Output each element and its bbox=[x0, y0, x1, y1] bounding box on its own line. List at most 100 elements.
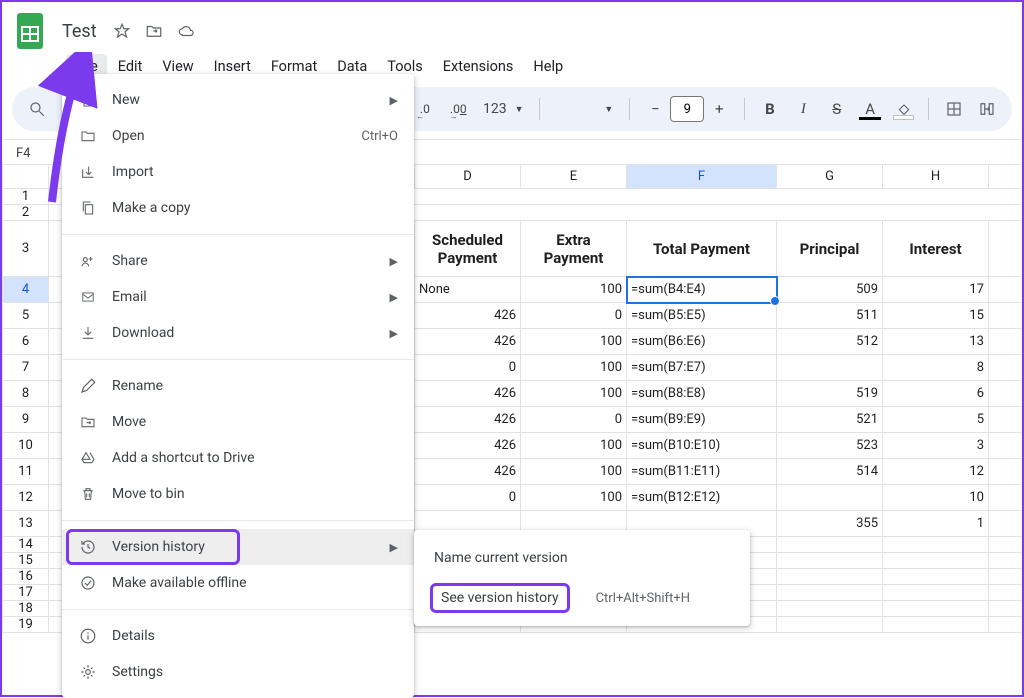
row-1[interactable]: 1 bbox=[3, 189, 49, 205]
menu-trash[interactable]: Move to bin bbox=[62, 476, 414, 512]
cell-g8[interactable]: 519 bbox=[777, 381, 883, 407]
col-d[interactable]: D bbox=[415, 165, 521, 189]
col-f[interactable]: F bbox=[627, 165, 777, 189]
row-5[interactable]: 5 bbox=[3, 303, 49, 329]
cell-h4[interactable]: 17 bbox=[883, 277, 989, 303]
cell-g11[interactable]: 514 bbox=[777, 459, 883, 485]
decrease-decimal-button[interactable]: .0← bbox=[410, 94, 439, 124]
row-11[interactable]: 11 bbox=[3, 459, 49, 485]
cell-g4[interactable]: 509 bbox=[777, 277, 883, 303]
row-18[interactable]: 18 bbox=[3, 601, 49, 617]
text-color-button[interactable]: A bbox=[855, 94, 884, 124]
select-all-corner[interactable] bbox=[3, 165, 49, 189]
col-e[interactable]: E bbox=[521, 165, 627, 189]
menu-extensions[interactable]: Extensions bbox=[434, 54, 523, 79]
cell-e6[interactable]: 100 bbox=[521, 329, 627, 355]
font-size-increase[interactable]: + bbox=[704, 94, 734, 124]
row-14[interactable]: 14 bbox=[3, 537, 49, 553]
menu-email[interactable]: Email▶ bbox=[62, 279, 414, 315]
menu-add-shortcut[interactable]: Add a shortcut to Drive bbox=[62, 440, 414, 476]
borders-button[interactable] bbox=[939, 94, 968, 124]
cell-h7[interactable]: 8 bbox=[883, 355, 989, 381]
italic-button[interactable]: I bbox=[789, 94, 818, 124]
header-principal[interactable]: Principal bbox=[777, 221, 883, 277]
strikethrough-button[interactable]: S bbox=[822, 94, 851, 124]
col-h[interactable]: H bbox=[883, 165, 989, 189]
star-icon[interactable] bbox=[111, 20, 133, 42]
merge-cells-button[interactable] bbox=[973, 94, 1002, 124]
cell-f12[interactable]: =sum(B12:E12) bbox=[627, 485, 777, 511]
cloud-status-icon[interactable] bbox=[175, 20, 197, 42]
cell-h5[interactable]: 15 bbox=[883, 303, 989, 329]
cell-e12[interactable]: 100 bbox=[521, 485, 627, 511]
row-9[interactable]: 9 bbox=[3, 407, 49, 433]
move-folder-icon[interactable] bbox=[143, 20, 165, 42]
row-12[interactable]: 12 bbox=[3, 485, 49, 511]
cell-f11[interactable]: =sum(B11:E11) bbox=[627, 459, 777, 485]
cell-d12[interactable]: 0 bbox=[415, 485, 521, 511]
cell-e4[interactable]: 100 bbox=[521, 277, 627, 303]
cell-e8[interactable]: 100 bbox=[521, 381, 627, 407]
menu-offline[interactable]: Make available offline bbox=[62, 565, 414, 601]
cell-g13[interactable]: 355 bbox=[777, 511, 883, 537]
search-menus-icon[interactable] bbox=[22, 94, 51, 124]
row-7[interactable]: 7 bbox=[3, 355, 49, 381]
col-i[interactable] bbox=[989, 165, 1023, 189]
header-interest[interactable]: Interest bbox=[883, 221, 989, 277]
menu-make-copy[interactable]: Make a copy bbox=[62, 190, 414, 226]
row-2[interactable]: 2 bbox=[3, 205, 49, 221]
menu-share[interactable]: Share▶ bbox=[62, 243, 414, 279]
cell-f5[interactable]: =sum(B5:E5) bbox=[627, 303, 777, 329]
menu-settings[interactable]: Settings bbox=[62, 654, 414, 690]
cell-f8[interactable]: =sum(B8:E8) bbox=[627, 381, 777, 407]
cell-f9[interactable]: =sum(B9:E9) bbox=[627, 407, 777, 433]
cell-e9[interactable]: 0 bbox=[521, 407, 627, 433]
cell-g7[interactable] bbox=[777, 355, 883, 381]
cell-d8[interactable]: 426 bbox=[415, 381, 521, 407]
cell-e7[interactable]: 100 bbox=[521, 355, 627, 381]
menu-help[interactable]: Help bbox=[524, 54, 572, 79]
cell-e10[interactable]: 100 bbox=[521, 433, 627, 459]
cell-e11[interactable]: 100 bbox=[521, 459, 627, 485]
cell-h13[interactable]: 1 bbox=[883, 511, 989, 537]
font-size-input[interactable] bbox=[670, 96, 704, 122]
cell-h11[interactable]: 12 bbox=[883, 459, 989, 485]
cell-d9[interactable]: 426 bbox=[415, 407, 521, 433]
row-15[interactable]: 15 bbox=[3, 553, 49, 569]
cell-h10[interactable]: 3 bbox=[883, 433, 989, 459]
cell-g12[interactable] bbox=[777, 485, 883, 511]
menu-download[interactable]: Download▶ bbox=[62, 315, 414, 351]
cell-e5[interactable]: 0 bbox=[521, 303, 627, 329]
submenu-see-history[interactable]: See version history Ctrl+Alt+Shift+H bbox=[414, 578, 750, 618]
cell-g5[interactable]: 511 bbox=[777, 303, 883, 329]
row-19[interactable]: 19 bbox=[3, 617, 49, 633]
number-format-dropdown[interactable]: 123▼ bbox=[477, 94, 530, 124]
cell-h8[interactable]: 6 bbox=[883, 381, 989, 407]
cell-d6[interactable]: 426 bbox=[415, 329, 521, 355]
cell-d7[interactable]: 0 bbox=[415, 355, 521, 381]
bold-button[interactable]: B bbox=[755, 94, 784, 124]
submenu-name-version[interactable]: Name current version bbox=[414, 538, 750, 578]
header-scheduled[interactable]: Scheduled Payment bbox=[415, 221, 521, 277]
increase-decimal-button[interactable]: .00→ bbox=[444, 94, 473, 124]
cell-g6[interactable]: 512 bbox=[777, 329, 883, 355]
fill-color-button[interactable] bbox=[889, 94, 918, 124]
cell-f10[interactable]: =sum(B10:E10) bbox=[627, 433, 777, 459]
menu-version-history[interactable]: Version history▶ bbox=[62, 529, 414, 565]
menu-rename[interactable]: Rename bbox=[62, 368, 414, 404]
cell-d10[interactable]: 426 bbox=[415, 433, 521, 459]
menu-details[interactable]: Details bbox=[62, 618, 414, 654]
row-8[interactable]: 8 bbox=[3, 381, 49, 407]
cell-d11[interactable]: 426 bbox=[415, 459, 521, 485]
cell-f7[interactable]: =sum(B7:E7) bbox=[627, 355, 777, 381]
cell-d5[interactable]: 426 bbox=[415, 303, 521, 329]
font-size-decrease[interactable]: − bbox=[640, 94, 670, 124]
row-10[interactable]: 10 bbox=[3, 433, 49, 459]
cell-h9[interactable]: 5 bbox=[883, 407, 989, 433]
row-17[interactable]: 17 bbox=[3, 585, 49, 601]
sheets-logo[interactable] bbox=[12, 8, 48, 54]
cell-h6[interactable]: 13 bbox=[883, 329, 989, 355]
cell-g10[interactable]: 523 bbox=[777, 433, 883, 459]
menu-move[interactable]: Move bbox=[62, 404, 414, 440]
cell-d4[interactable]: None bbox=[415, 277, 521, 303]
